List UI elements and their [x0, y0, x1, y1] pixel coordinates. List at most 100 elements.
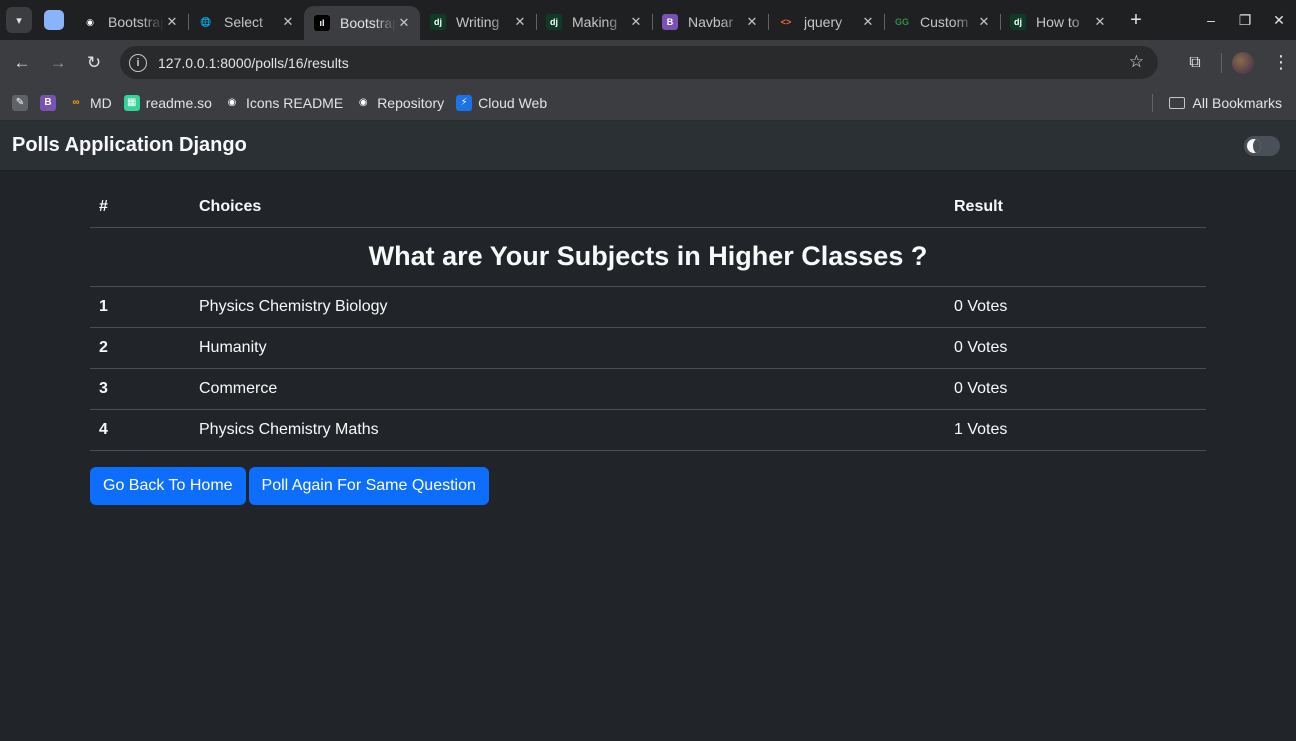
action-buttons: Go Back To Home Poll Again For Same Ques…	[90, 466, 1206, 505]
browser-tab[interactable]: ıl Bootstrap ✕	[304, 6, 420, 40]
tab-separator	[768, 14, 769, 30]
tab-list: ◉ Bootstrap ✕ 🌐 Select ✕ ıl Bootstrap ✕ dj Writing…	[72, 0, 1116, 40]
browser-tab[interactable]: B Navbar ✕	[652, 6, 768, 38]
bookmark-label: Repository	[377, 94, 445, 111]
bookmark-item[interactable]: ⚡ Cloud Web	[456, 94, 548, 111]
choice-text: Physics Chemistry Biology	[190, 286, 945, 328]
close-window-icon[interactable]: ✕	[1262, 12, 1296, 29]
bookmark-label: Icons README	[245, 94, 344, 111]
tab-close-icon[interactable]: ✕	[512, 14, 528, 30]
tab-separator	[188, 14, 189, 30]
tab-title: jquery	[804, 14, 843, 30]
tab-close-icon[interactable]: ✕	[744, 14, 760, 30]
tab-separator	[536, 14, 537, 30]
restore-icon[interactable]: ❐	[1228, 12, 1262, 29]
new-tab-button[interactable]: +	[1126, 9, 1146, 32]
browser-toolbar: ← → ↻ i 127.0.0.1:8000/polls/16/results …	[0, 40, 1296, 85]
table-header-row: # Choices Result	[90, 187, 1206, 228]
table-row: 2 Humanity 0 Votes	[90, 327, 1206, 369]
app-navbar: Polls Application Django	[0, 121, 1296, 171]
site-info-icon[interactable]: i	[129, 53, 147, 72]
tab-title: Bootstrap	[340, 15, 396, 31]
browser-tab-strip: ▾ ◉ Bootstrap ✕ 🌐 Select ✕ ıl Bootstrap ✕ dj Writi…	[0, 0, 1296, 40]
tab-close-icon[interactable]: ✕	[280, 14, 296, 30]
results-table: # Choices Result What are Your Subjects …	[90, 187, 1206, 451]
bookmark-label: readme.so	[145, 94, 212, 111]
notes-icon: ✎	[12, 94, 28, 111]
tab-separator	[652, 14, 653, 30]
tab-separator	[1000, 14, 1001, 30]
tab-close-icon[interactable]: ✕	[628, 14, 644, 30]
header-number: #	[90, 187, 190, 228]
toolbar-divider	[1221, 52, 1222, 73]
window-controls: – ❐ ✕	[1194, 0, 1296, 40]
tab-title: Select	[224, 14, 263, 30]
header-result: Result	[945, 187, 1206, 228]
extensions-icon[interactable]: ⧉	[1173, 54, 1217, 72]
browser-tab[interactable]: dj Making ✕	[536, 6, 652, 38]
code-icon: <>	[778, 14, 794, 30]
tab-search-button[interactable]: ▾	[6, 7, 32, 33]
address-bar[interactable]: i 127.0.0.1:8000/polls/16/results ☆	[120, 46, 1158, 79]
chart-icon: ıl	[314, 15, 330, 31]
go-back-home-button[interactable]: Go Back To Home	[90, 466, 246, 505]
tab-close-icon[interactable]: ✕	[976, 14, 992, 30]
browser-tab[interactable]: dj How to ✕	[1000, 6, 1116, 38]
bookmarks-bar: ✎ B ∞ MD ▦ readme.so ◉ Icons README ◉ Repository ⚡…	[0, 85, 1296, 121]
bootstrap-icon: B	[40, 94, 56, 111]
back-icon[interactable]: ←	[4, 53, 40, 73]
tab-title: Navbar	[688, 14, 734, 30]
bootstrap-icon: B	[662, 14, 678, 30]
table-row: 4 Physics Chemistry Maths 1 Votes	[90, 409, 1206, 451]
bookmark-label: Cloud Web	[478, 94, 548, 111]
tab-close-icon[interactable]: ✕	[1092, 14, 1108, 30]
address-url[interactable]: 127.0.0.1:8000/polls/16/results	[158, 55, 349, 71]
choice-text: Commerce	[190, 368, 945, 410]
kebab-menu-icon[interactable]: ⋮	[1266, 52, 1296, 73]
bookmark-item[interactable]: ◉ Repository	[355, 95, 444, 111]
navbar-brand[interactable]: Polls Application Django	[12, 134, 247, 157]
browser-tab[interactable]: 🌐 Select ✕	[188, 6, 304, 38]
geeks-icon: GG	[894, 14, 910, 30]
reload-icon[interactable]: ↻	[76, 53, 112, 73]
poll-again-button[interactable]: Poll Again For Same Question	[248, 466, 489, 505]
bolt-icon: ⚡	[456, 94, 473, 111]
bookmark-star-icon[interactable]: ☆	[1129, 52, 1144, 72]
choice-result: 1 Votes	[945, 409, 1206, 451]
choice-result: 0 Votes	[945, 368, 1206, 410]
browser-tab[interactable]: GG Custom ✕	[884, 6, 1000, 38]
table-row: 1 Physics Chemistry Biology 0 Votes	[90, 286, 1206, 328]
github-icon: ◉	[82, 14, 98, 30]
browser-tab[interactable]: ◉ Bootstrap ✕	[72, 6, 188, 38]
header-choices: Choices	[190, 187, 945, 228]
forward-icon[interactable]: →	[40, 53, 76, 73]
tab-close-icon[interactable]: ✕	[164, 14, 180, 30]
table-row: 3 Commerce 0 Votes	[90, 368, 1206, 410]
bookmark-item[interactable]: ✎	[12, 94, 28, 111]
bookmark-item[interactable]: ◉ Icons README	[224, 94, 344, 111]
tab-group-chip[interactable]	[44, 10, 64, 30]
readme-icon: ▦	[123, 94, 140, 111]
choice-number: 1	[90, 286, 190, 328]
bookmark-item[interactable]: ∞ MD	[68, 94, 112, 111]
results-container: # Choices Result What are Your Subjects …	[90, 187, 1206, 505]
django-icon: dj	[430, 14, 446, 30]
tab-title: Making	[572, 14, 618, 30]
bookmark-list: ✎ B ∞ MD ▦ readme.so ◉ Icons README ◉ Repository ⚡…	[0, 94, 548, 111]
folder-icon	[1168, 97, 1185, 109]
browser-tab[interactable]: <> jquery ✕	[768, 6, 884, 38]
bookmark-item[interactable]: ▦ readme.so	[123, 94, 212, 111]
tab-title: Custom	[920, 14, 969, 30]
choice-result: 0 Votes	[945, 286, 1206, 328]
tab-close-icon[interactable]: ✕	[396, 15, 412, 31]
bookmark-item[interactable]: B	[40, 94, 56, 111]
tab-close-icon[interactable]: ✕	[860, 14, 876, 30]
all-bookmarks[interactable]: All Bookmarks	[1151, 85, 1282, 121]
theme-toggle-switch[interactable]	[1244, 135, 1280, 156]
tab-title: How to	[1036, 14, 1080, 30]
toolbar-right: ⧉ ⋮	[1173, 40, 1296, 85]
minimize-icon[interactable]: –	[1194, 12, 1228, 28]
browser-tab[interactable]: dj Writing ✕	[420, 6, 536, 38]
profile-avatar[interactable]	[1232, 51, 1254, 74]
bookmark-label: MD	[90, 94, 112, 111]
